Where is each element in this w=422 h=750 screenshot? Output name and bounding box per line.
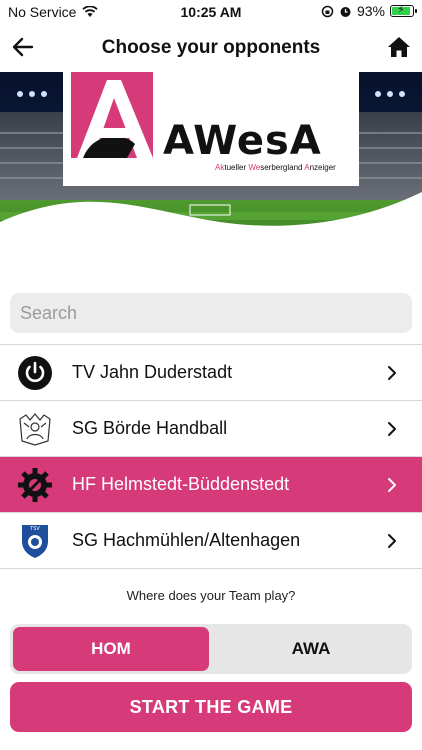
team-name: SG Hachmühlen/Altenhagen: [72, 530, 301, 550]
tagline-part: nzeiger: [309, 163, 336, 172]
tagline-part: We: [248, 163, 261, 172]
team-name: TV Jahn Duderstadt: [72, 362, 233, 382]
gear-wrench-icon: [16, 466, 54, 504]
team-row-selected[interactable]: HF Helmstedt-Büddenstedt: [0, 457, 422, 513]
team-list: TV Jahn Duderstadt SG Börde Handball HF …: [0, 344, 422, 569]
home-icon[interactable]: [386, 34, 412, 60]
crest-outline-icon: [16, 410, 54, 448]
team-row[interactable]: TSV SG Hachmühlen/Altenhagen: [0, 513, 422, 569]
logo-wordmark: AWesA: [163, 118, 322, 164]
team-row[interactable]: TV Jahn Duderstadt: [0, 345, 422, 401]
search-input[interactable]: [10, 293, 412, 333]
venue-toggle: HOM AWA: [10, 624, 412, 674]
hero-banner: AWesA Aktueller Weserbergland Anzeiger: [0, 72, 422, 282]
chevron-right-icon: [388, 422, 396, 436]
awesa-a-mark: [71, 72, 153, 158]
team-name: SG Börde Handball: [72, 418, 228, 438]
chevron-right-icon: [388, 366, 396, 380]
svg-text:TSV: TSV: [29, 526, 40, 532]
tagline-part: serbergland: [260, 163, 305, 172]
home-toggle-button[interactable]: HOM: [13, 627, 209, 671]
nav-bar: Choose your opponents: [0, 26, 422, 70]
chevron-right-icon: [388, 478, 396, 492]
orientation-lock-icon: [321, 5, 334, 17]
tsv-shield-icon: TSV: [16, 522, 54, 560]
charging-bolt-icon: ⚡: [397, 4, 405, 16]
start-game-button[interactable]: START THE GAME: [10, 682, 412, 732]
status-bar: No Service 10:25 AM 93% ⚡: [0, 0, 422, 24]
page-title: Choose your opponents: [101, 37, 321, 58]
chevron-right-icon: [388, 534, 396, 548]
status-right: 93% ⚡: [321, 3, 417, 19]
team-row[interactable]: SG Börde Handball: [0, 401, 422, 457]
power-icon: [16, 354, 54, 392]
tagline-part: Ak: [215, 163, 225, 172]
alarm-icon: [340, 6, 351, 17]
team-name: HF Helmstedt-Büddenstedt: [72, 474, 290, 494]
logo-tagline: Aktueller Weserbergland Anzeiger: [215, 163, 336, 172]
venue-question: Where does your Team play?: [126, 588, 296, 603]
tagline-part: tueller: [224, 163, 249, 172]
battery-percent: 93%: [356, 3, 385, 19]
away-toggle-button[interactable]: AWA: [213, 627, 409, 671]
sponsor-logo: AWesA Aktueller Weserbergland Anzeiger: [63, 72, 359, 186]
battery-icon: ⚡: [390, 4, 417, 17]
